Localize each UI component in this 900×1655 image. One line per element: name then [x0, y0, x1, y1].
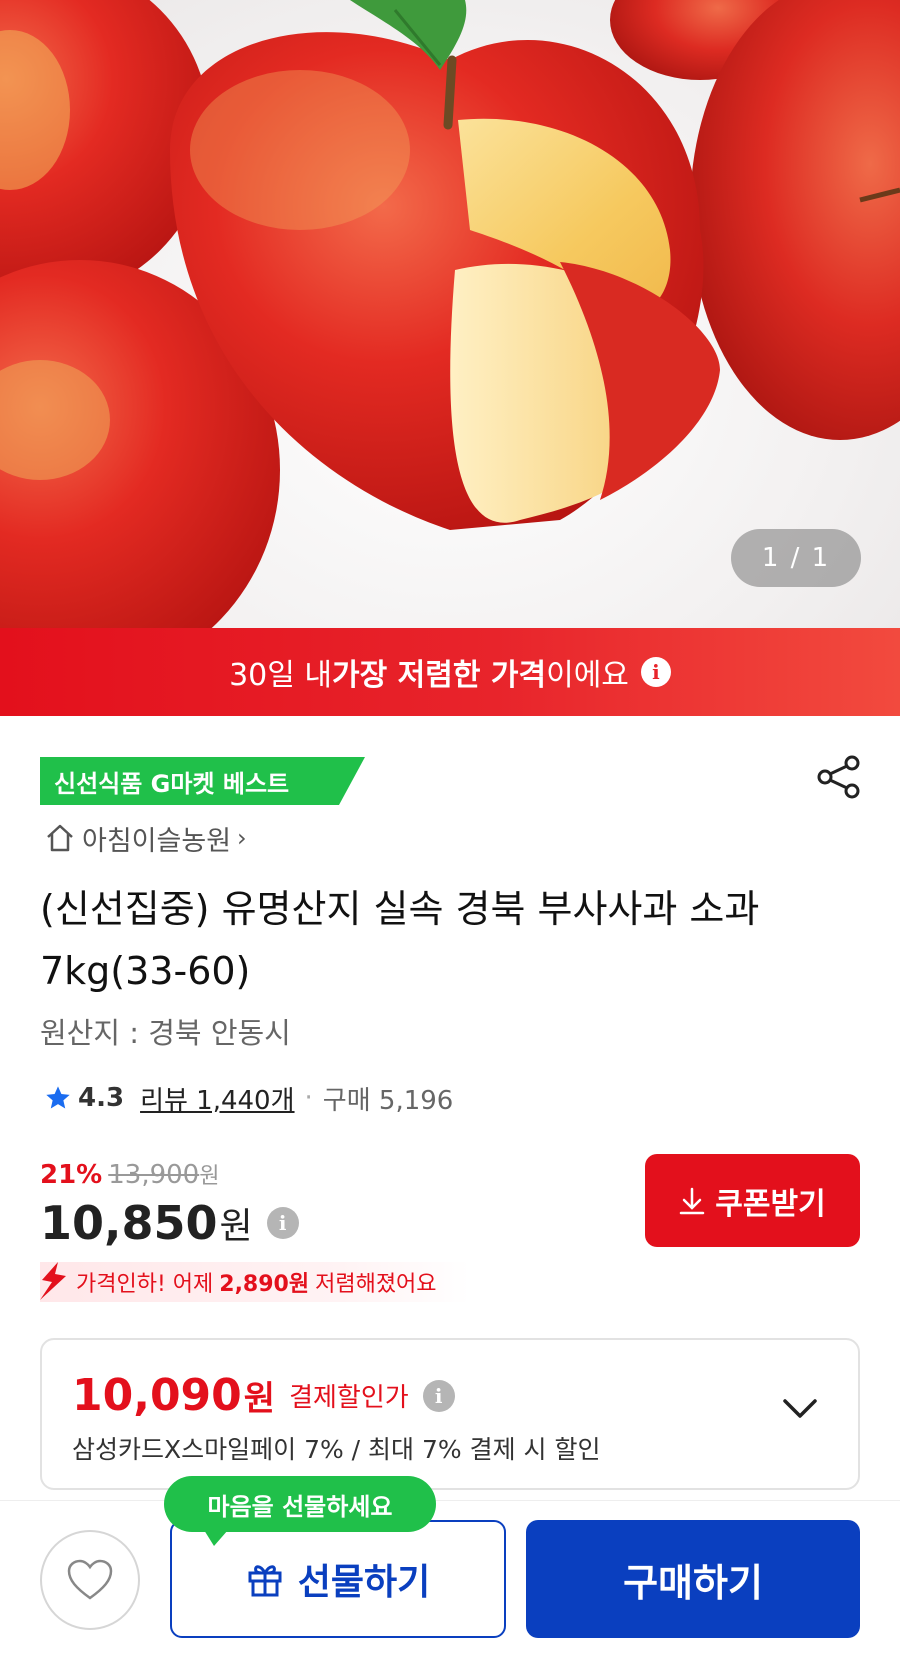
price-drop-notice: 가격인하! 어제 2,890원 저렴해졌어요 [40, 1262, 470, 1302]
image-pager: 1 / 1 [731, 529, 861, 587]
banner-prefix: 30일 내 [229, 658, 332, 693]
current-price: 10,850 [40, 1196, 218, 1250]
info-icon[interactable]: i [640, 657, 671, 687]
payment-discount-card[interactable]: 10,090 원 결제할인가 i 삼성카드X스마일페이 7% / 최대 7% 결… [40, 1338, 860, 1490]
rating-row: 4.3 리뷰 1,440개 · 구매 5,196 [44, 1078, 453, 1118]
seller-link[interactable]: 아침이슬농원 › [44, 818, 247, 858]
wishlist-button[interactable] [40, 1530, 140, 1630]
banner-suffix: 이에요 [546, 658, 629, 693]
arrow-down-icon [40, 1262, 66, 1300]
price-drop-suffix: 저렴해졌어요 [315, 1272, 437, 1297]
discount-row: 21% 13,900 원 [40, 1158, 219, 1190]
payment-info-icon[interactable]: i [422, 1379, 455, 1412]
chevron-right-icon: › [237, 824, 247, 852]
lowest-price-banner[interactable]: 30일 내 가장 저렴한 가격 이에요 i [0, 628, 900, 716]
original-price-unit: 원 [199, 1164, 220, 1189]
product-image[interactable]: 1 / 1 [0, 0, 900, 628]
share-icon[interactable] [816, 754, 862, 800]
gift-label: 선물하기 [297, 1562, 431, 1603]
product-origin: 원산지 : 경북 안동시 [40, 1016, 291, 1050]
rating-score: 4.3 [78, 1083, 125, 1113]
gift-tooltip: 마음을 선물하세요 [164, 1476, 436, 1546]
home-icon [47, 824, 73, 852]
heart-icon [67, 1559, 113, 1600]
purchase-count: 구매 5,196 [322, 1085, 454, 1116]
star-icon [46, 1086, 70, 1109]
download-icon [680, 1187, 705, 1214]
review-count-link[interactable]: 리뷰 1,440개 [140, 1080, 294, 1117]
discount-percent: 21% [40, 1160, 103, 1190]
coupon-label: 쿠폰받기 [715, 1186, 826, 1222]
buy-button[interactable]: 구매하기 [526, 1520, 860, 1638]
seller-name: 아침이슬농원 [82, 825, 232, 857]
price-drop-prefix: 가격인하! 어제 [76, 1272, 214, 1297]
current-price-unit: 원 [219, 1206, 253, 1247]
best-badge[interactable]: 신선식품 G마켓 베스트 [40, 757, 365, 805]
banner-highlight: 가장 저렴한 가격 [332, 658, 547, 693]
original-price: 13,900 [108, 1160, 200, 1190]
product-title: (신선집중) 유명산지 실속 경북 부사사과 소과 7kg(33-60) [40, 887, 760, 993]
price-drop-amount: 2,890원 [219, 1272, 310, 1297]
payment-price-label: 결제할인가 [289, 1383, 409, 1413]
payment-price-unit: 원 [243, 1379, 276, 1419]
price-info-icon[interactable]: i [266, 1207, 299, 1239]
payment-price: 10,090 [72, 1370, 242, 1421]
separator-dot: · [304, 1083, 313, 1113]
payment-price-row: 10,090 원 결제할인가 i [72, 1370, 455, 1421]
chevron-down-icon[interactable] [782, 1398, 818, 1420]
payment-description: 삼성카드X스마일페이 7% / 최대 7% 결제 시 할인 [72, 1435, 601, 1464]
gift-icon [248, 1565, 282, 1597]
coupon-button[interactable]: 쿠폰받기 [645, 1154, 860, 1247]
price-row: 10,850 원 i [40, 1196, 299, 1250]
